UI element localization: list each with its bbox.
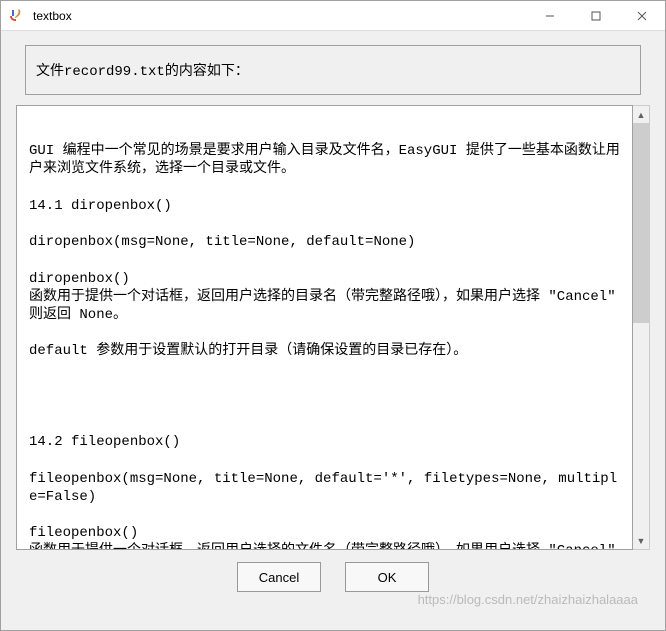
scroll-up-icon[interactable]: ▲: [633, 106, 649, 123]
scroll-thumb[interactable]: [633, 123, 649, 323]
window-controls: [527, 1, 665, 30]
content-area: 文件record99.txt的内容如下： GUI 编程中一个常见的场景是要求用户…: [1, 31, 665, 630]
maximize-button[interactable]: [573, 1, 619, 30]
message-label: 文件record99.txt的内容如下：: [25, 45, 641, 95]
cancel-button[interactable]: Cancel: [237, 562, 321, 592]
textbox[interactable]: GUI 编程中一个常见的场景是要求用户输入目录及文件名，EasyGUI 提供了一…: [16, 105, 633, 550]
minimize-button[interactable]: [527, 1, 573, 30]
scrollbar[interactable]: ▲ ▼: [633, 105, 650, 550]
button-row: Cancel OK: [237, 562, 429, 592]
titlebar[interactable]: textbox: [1, 1, 665, 31]
window-title: textbox: [33, 9, 527, 23]
textbox-wrap: GUI 编程中一个常见的场景是要求用户输入目录及文件名，EasyGUI 提供了一…: [16, 105, 650, 550]
app-icon: [9, 8, 25, 24]
scroll-down-icon[interactable]: ▼: [633, 532, 649, 549]
close-button[interactable]: [619, 1, 665, 30]
window-frame: textbox 文件record99.txt的内容如下： GUI 编程中一个常见…: [0, 0, 666, 631]
ok-button[interactable]: OK: [345, 562, 429, 592]
